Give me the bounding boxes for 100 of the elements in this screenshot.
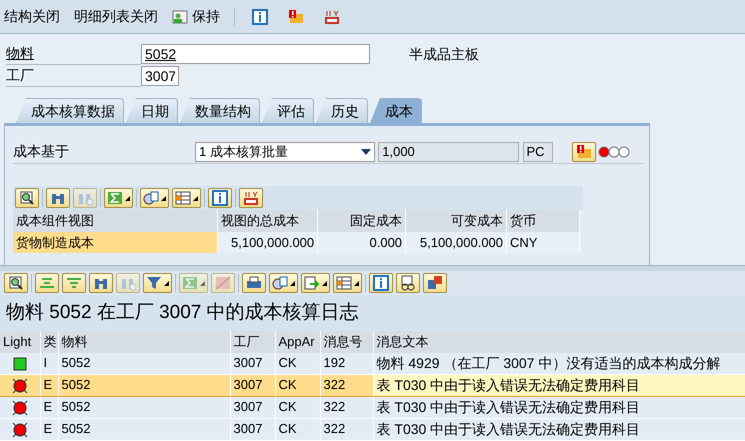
column-header: 货币 bbox=[506, 210, 580, 232]
table-cell: CK bbox=[275, 352, 320, 374]
column-header: Light bbox=[0, 331, 40, 352]
table-cell: CK bbox=[275, 396, 320, 418]
sigma-button[interactable] bbox=[104, 188, 133, 208]
info-icon bbox=[373, 275, 389, 291]
message-log-button[interactable] bbox=[572, 142, 596, 162]
table-cell: 表 T030 中由于读入错误无法确定费用科目 bbox=[373, 418, 745, 440]
column-header: 成本组件视图 bbox=[13, 210, 218, 232]
tab[interactable]: 数量结构 bbox=[180, 98, 260, 123]
table-cell: CNY bbox=[506, 232, 580, 253]
printer-button[interactable] bbox=[242, 273, 266, 293]
log-row[interactable]: I 5052 3007 CK 192 物料 4929 （在工厂 3007 中）没有适当的成本构成分解 bbox=[0, 352, 745, 374]
toolbar-button[interactable]: 结构关闭 bbox=[4, 6, 60, 27]
table-cell: E bbox=[40, 396, 58, 418]
dropdown-field[interactable]: 1 成本核算批量 bbox=[195, 142, 375, 162]
caret-icon bbox=[199, 280, 205, 286]
info-icon bbox=[252, 8, 268, 24]
magnifier-button[interactable] bbox=[4, 273, 28, 293]
table-cell: 3007 bbox=[230, 374, 275, 396]
binoculars-button[interactable] bbox=[46, 188, 70, 208]
table-cell: 表 T030 中由于读入错误无法确定费用科目 bbox=[373, 374, 745, 396]
tab[interactable]: 历史 bbox=[316, 98, 368, 123]
layout-button[interactable] bbox=[140, 188, 169, 208]
table-cell: 货物制造成本 bbox=[13, 232, 218, 253]
layout-button[interactable] bbox=[269, 273, 298, 293]
log-title: 物料 5052 在工厂 3007 中的成本核算日志 bbox=[6, 300, 359, 325]
magnifier-icon bbox=[19, 190, 35, 206]
caret-icon bbox=[353, 280, 359, 286]
glasses-button[interactable] bbox=[396, 273, 420, 293]
printer-icon bbox=[246, 275, 262, 291]
tab[interactable]: 成本 bbox=[370, 98, 422, 123]
quantity-field: 1,000 bbox=[378, 142, 520, 162]
info-button[interactable] bbox=[249, 8, 271, 26]
column-header: 物料 bbox=[58, 331, 230, 352]
export-button[interactable] bbox=[301, 273, 330, 293]
table-cell: 322 bbox=[320, 374, 373, 396]
grid-icon bbox=[336, 275, 352, 291]
caret-icon bbox=[192, 195, 198, 201]
layout-icon bbox=[143, 190, 159, 206]
info-button[interactable] bbox=[369, 273, 393, 293]
hold-button[interactable]: 保持 bbox=[172, 6, 220, 27]
caret-icon bbox=[124, 195, 130, 201]
column-header: 可变成本 bbox=[406, 210, 507, 232]
log-row[interactable]: E 5052 3007 CK 322 表 T030 中由于读入错误无法确定费用科目 bbox=[0, 396, 745, 418]
log-row[interactable]: E 5052 3007 CK 322 表 T030 中由于读入错误无法确定费用科目 bbox=[0, 374, 745, 396]
grid-button[interactable] bbox=[333, 273, 362, 293]
field-label: 成本基于 bbox=[13, 142, 70, 161]
info-button[interactable] bbox=[208, 188, 232, 208]
table-cell: 322 bbox=[320, 418, 373, 440]
grid-button[interactable] bbox=[172, 188, 201, 208]
magnifier-icon bbox=[8, 275, 24, 291]
filter-button[interactable] bbox=[143, 273, 172, 293]
tab[interactable]: 评估 bbox=[262, 98, 314, 123]
filter-icon bbox=[146, 275, 162, 291]
sort-ascending-icon bbox=[39, 275, 55, 291]
table-cell: 3007 bbox=[230, 352, 275, 374]
grid-icon bbox=[175, 190, 191, 206]
input-field[interactable]: 5052 bbox=[141, 44, 370, 64]
column-header: 工厂 bbox=[230, 331, 275, 352]
log-row[interactable]: E 5052 3007 CK 322 表 T030 中由于读入错误无法确定费用科目 bbox=[0, 418, 745, 440]
table-cell: 表 T030 中由于读入错误无法确定费用科目 bbox=[373, 396, 745, 418]
magnifier-button[interactable] bbox=[15, 188, 39, 208]
binoculars-button[interactable] bbox=[89, 273, 113, 293]
person-icon bbox=[172, 8, 188, 24]
column-header: 类 bbox=[40, 331, 58, 352]
layout-icon bbox=[272, 275, 288, 291]
table-cell: CK bbox=[275, 418, 320, 440]
table-cell: 3007 bbox=[230, 418, 275, 440]
subtotal-icon bbox=[215, 275, 231, 291]
table-cell: 5,100,000.000 bbox=[406, 232, 507, 253]
table-cell: 192 bbox=[320, 352, 373, 374]
glasses-icon bbox=[400, 275, 416, 291]
sigma-icon bbox=[107, 190, 123, 206]
info-icon bbox=[212, 190, 228, 206]
currency-button[interactable] bbox=[239, 188, 263, 208]
caret-icon bbox=[163, 280, 169, 286]
table-cell: 5,100,000.000 bbox=[218, 232, 318, 253]
sort-descending-button[interactable] bbox=[62, 273, 86, 293]
toolbar-button[interactable]: 明细列表关闭 bbox=[74, 6, 158, 27]
material-description: 半成品主板 bbox=[409, 44, 479, 64]
export-icon bbox=[304, 275, 320, 291]
tab[interactable]: 日期 bbox=[126, 98, 178, 123]
table-cell: 5052 bbox=[58, 374, 230, 396]
sort-ascending-button[interactable] bbox=[35, 273, 59, 293]
table-cell: 322 bbox=[320, 396, 373, 418]
tab[interactable]: 成本核算数据 bbox=[16, 98, 124, 123]
table-cell: CK bbox=[275, 374, 320, 396]
column-header: 消息号 bbox=[320, 331, 373, 352]
sort-descending-icon bbox=[66, 275, 82, 291]
column-header: 视图的总成本 bbox=[218, 210, 318, 232]
windows-button[interactable] bbox=[423, 273, 447, 293]
windows-icon bbox=[427, 275, 443, 291]
sigma-icon bbox=[182, 275, 198, 291]
unit-field: PC bbox=[522, 142, 552, 162]
table-cell: 3007 bbox=[230, 396, 275, 418]
input-field[interactable]: 3007 bbox=[141, 66, 179, 86]
column-header: AppAr bbox=[275, 331, 320, 352]
table-cell: 5052 bbox=[58, 396, 230, 418]
table-cell: I bbox=[40, 352, 58, 374]
